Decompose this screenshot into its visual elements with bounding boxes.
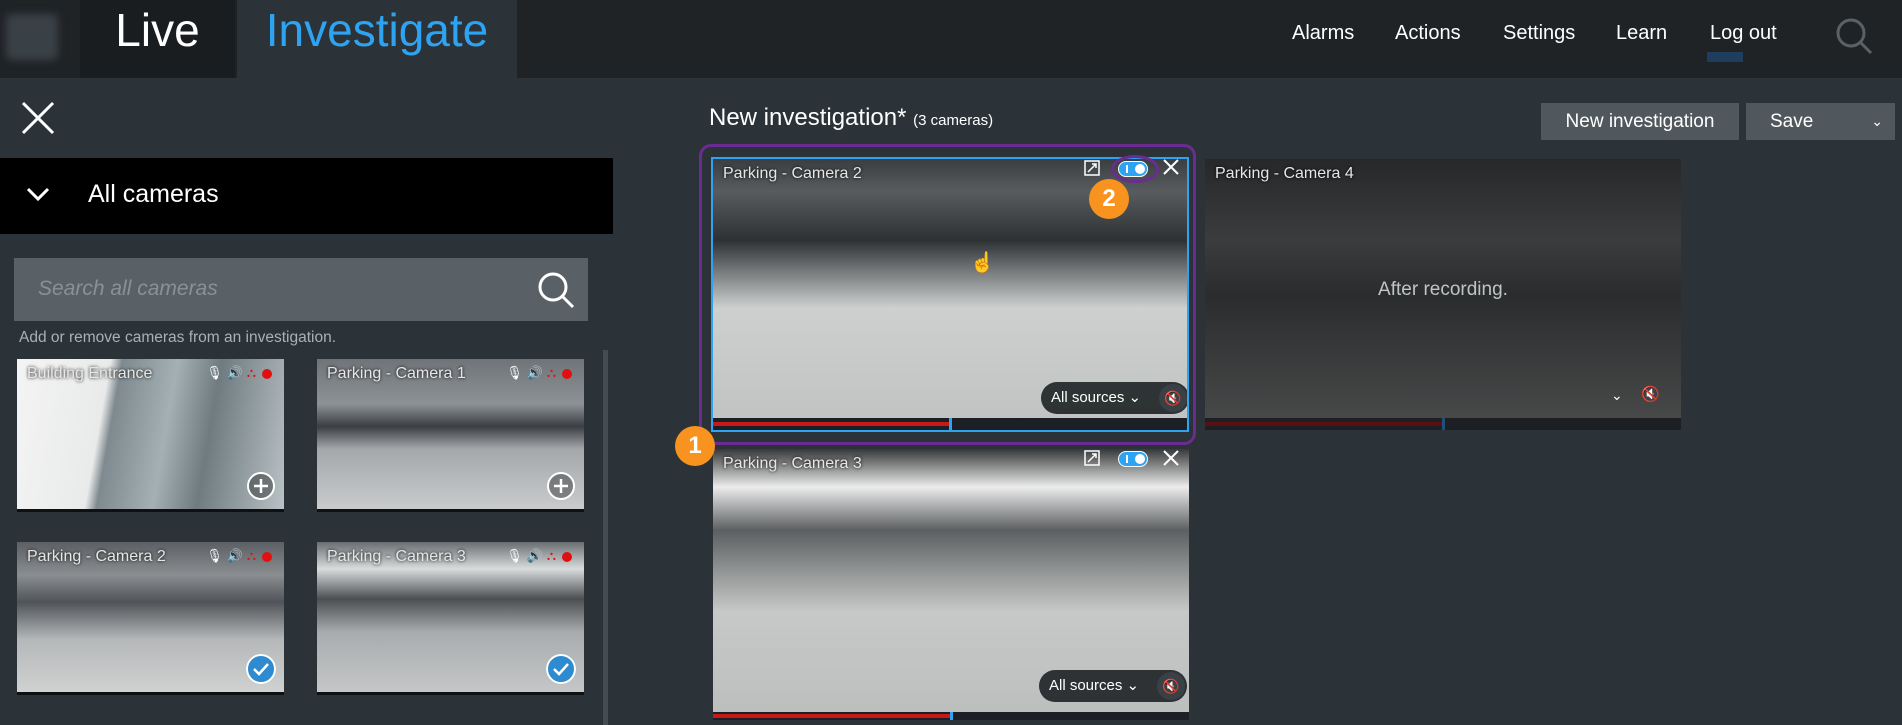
- thumb-status-icons: 🎙🔊⛬: [206, 365, 272, 381]
- recording-range: [713, 714, 951, 718]
- nav-alarms[interactable]: Alarms: [1292, 22, 1354, 45]
- camera-count: (3 cameras): [913, 112, 994, 129]
- nav-settings[interactable]: Settings: [1503, 22, 1575, 45]
- nav-actions[interactable]: Actions: [1395, 22, 1461, 45]
- thumb-label: Parking - Camera 1: [327, 365, 466, 382]
- playback-timeline[interactable]: [1205, 418, 1681, 430]
- playhead[interactable]: [950, 712, 953, 720]
- logout-indicator: [1707, 52, 1743, 62]
- playhead[interactable]: [1442, 418, 1445, 430]
- close-icon[interactable]: [20, 100, 56, 136]
- tab-live[interactable]: Live: [80, 0, 235, 78]
- view-parking-camera-4[interactable]: Parking - Camera 4 After recording. ⌄ 🔇: [1205, 159, 1681, 430]
- camera-search-input[interactable]: Search all cameras: [14, 258, 588, 321]
- chevron-down-icon[interactable]: ⌄: [1871, 103, 1883, 140]
- tab-investigate[interactable]: Investigate: [237, 0, 517, 78]
- sync-toggle[interactable]: [1118, 451, 1148, 467]
- mute-icon[interactable]: 🔇: [1641, 385, 1660, 403]
- thumb-status-icons: 🎙🔊⛬: [506, 365, 572, 381]
- camera-thumb-parking-1[interactable]: Parking - Camera 1 🎙🔊⛬: [317, 359, 584, 512]
- panel-hint: Add or remove cameras from an investigat…: [19, 329, 337, 346]
- camera-thumb-parking-3[interactable]: Parking - Camera 3 🎙🔊⛬: [317, 542, 584, 695]
- callout-badge-1: 1: [675, 426, 715, 466]
- camera-thumb-parking-2[interactable]: Parking - Camera 2 🎙🔊⛬: [17, 542, 284, 695]
- view-parking-camera-3[interactable]: Parking - Camera 3 All sources ⌄ 🔇: [713, 449, 1189, 720]
- close-icon[interactable]: [1162, 449, 1180, 467]
- new-investigation-button[interactable]: New investigation: [1541, 103, 1739, 140]
- thumb-label: Building Entrance: [27, 365, 153, 382]
- nav-logout[interactable]: Log out: [1710, 22, 1777, 45]
- highlight-ring: [1111, 155, 1159, 183]
- recording-range: [1205, 422, 1443, 426]
- mute-icon[interactable]: 🔇: [1157, 672, 1185, 700]
- view-label: Parking - Camera 4: [1215, 165, 1354, 182]
- panel-scrollbar[interactable]: [603, 350, 608, 725]
- added-check-icon[interactable]: [546, 654, 576, 684]
- save-button[interactable]: Save ⌄: [1746, 103, 1895, 140]
- search-icon[interactable]: [536, 270, 576, 310]
- view-label: Parking - Camera 3: [723, 455, 862, 472]
- thumb-label: Parking - Camera 3: [327, 548, 466, 565]
- search-placeholder: Search all cameras: [38, 277, 218, 300]
- chevron-down-icon: [26, 187, 50, 202]
- add-camera-icon[interactable]: [546, 471, 576, 501]
- camera-thumb-building-entrance[interactable]: Building Entrance 🎙🔊⛬: [17, 359, 284, 512]
- investigation-title: New investigation* (3 cameras): [709, 104, 994, 131]
- search-icon[interactable]: [1834, 16, 1874, 56]
- playback-timeline[interactable]: [713, 712, 1189, 720]
- chevron-down-icon[interactable]: ⌄: [1611, 387, 1623, 404]
- nav-learn[interactable]: Learn: [1616, 22, 1667, 45]
- thumb-status-icons: 🎙🔊⛬: [206, 548, 272, 564]
- expand-icon[interactable]: [1083, 449, 1101, 467]
- callout-badge-2: 2: [1089, 179, 1129, 219]
- sources-dropdown[interactable]: All sources ⌄ 🔇: [1039, 670, 1187, 702]
- top-bar: Live Investigate Alarms Actions Settings…: [0, 0, 1902, 78]
- after-recording-message: After recording.: [1378, 279, 1508, 300]
- app-logo: [6, 14, 58, 60]
- added-check-icon[interactable]: [246, 654, 276, 684]
- add-camera-icon[interactable]: [246, 471, 276, 501]
- all-cameras-header[interactable]: All cameras: [0, 158, 613, 234]
- thumb-status-icons: 🎙🔊⛬: [506, 548, 572, 564]
- thumb-label: Parking - Camera 2: [27, 548, 166, 565]
- all-cameras-label: All cameras: [88, 180, 219, 208]
